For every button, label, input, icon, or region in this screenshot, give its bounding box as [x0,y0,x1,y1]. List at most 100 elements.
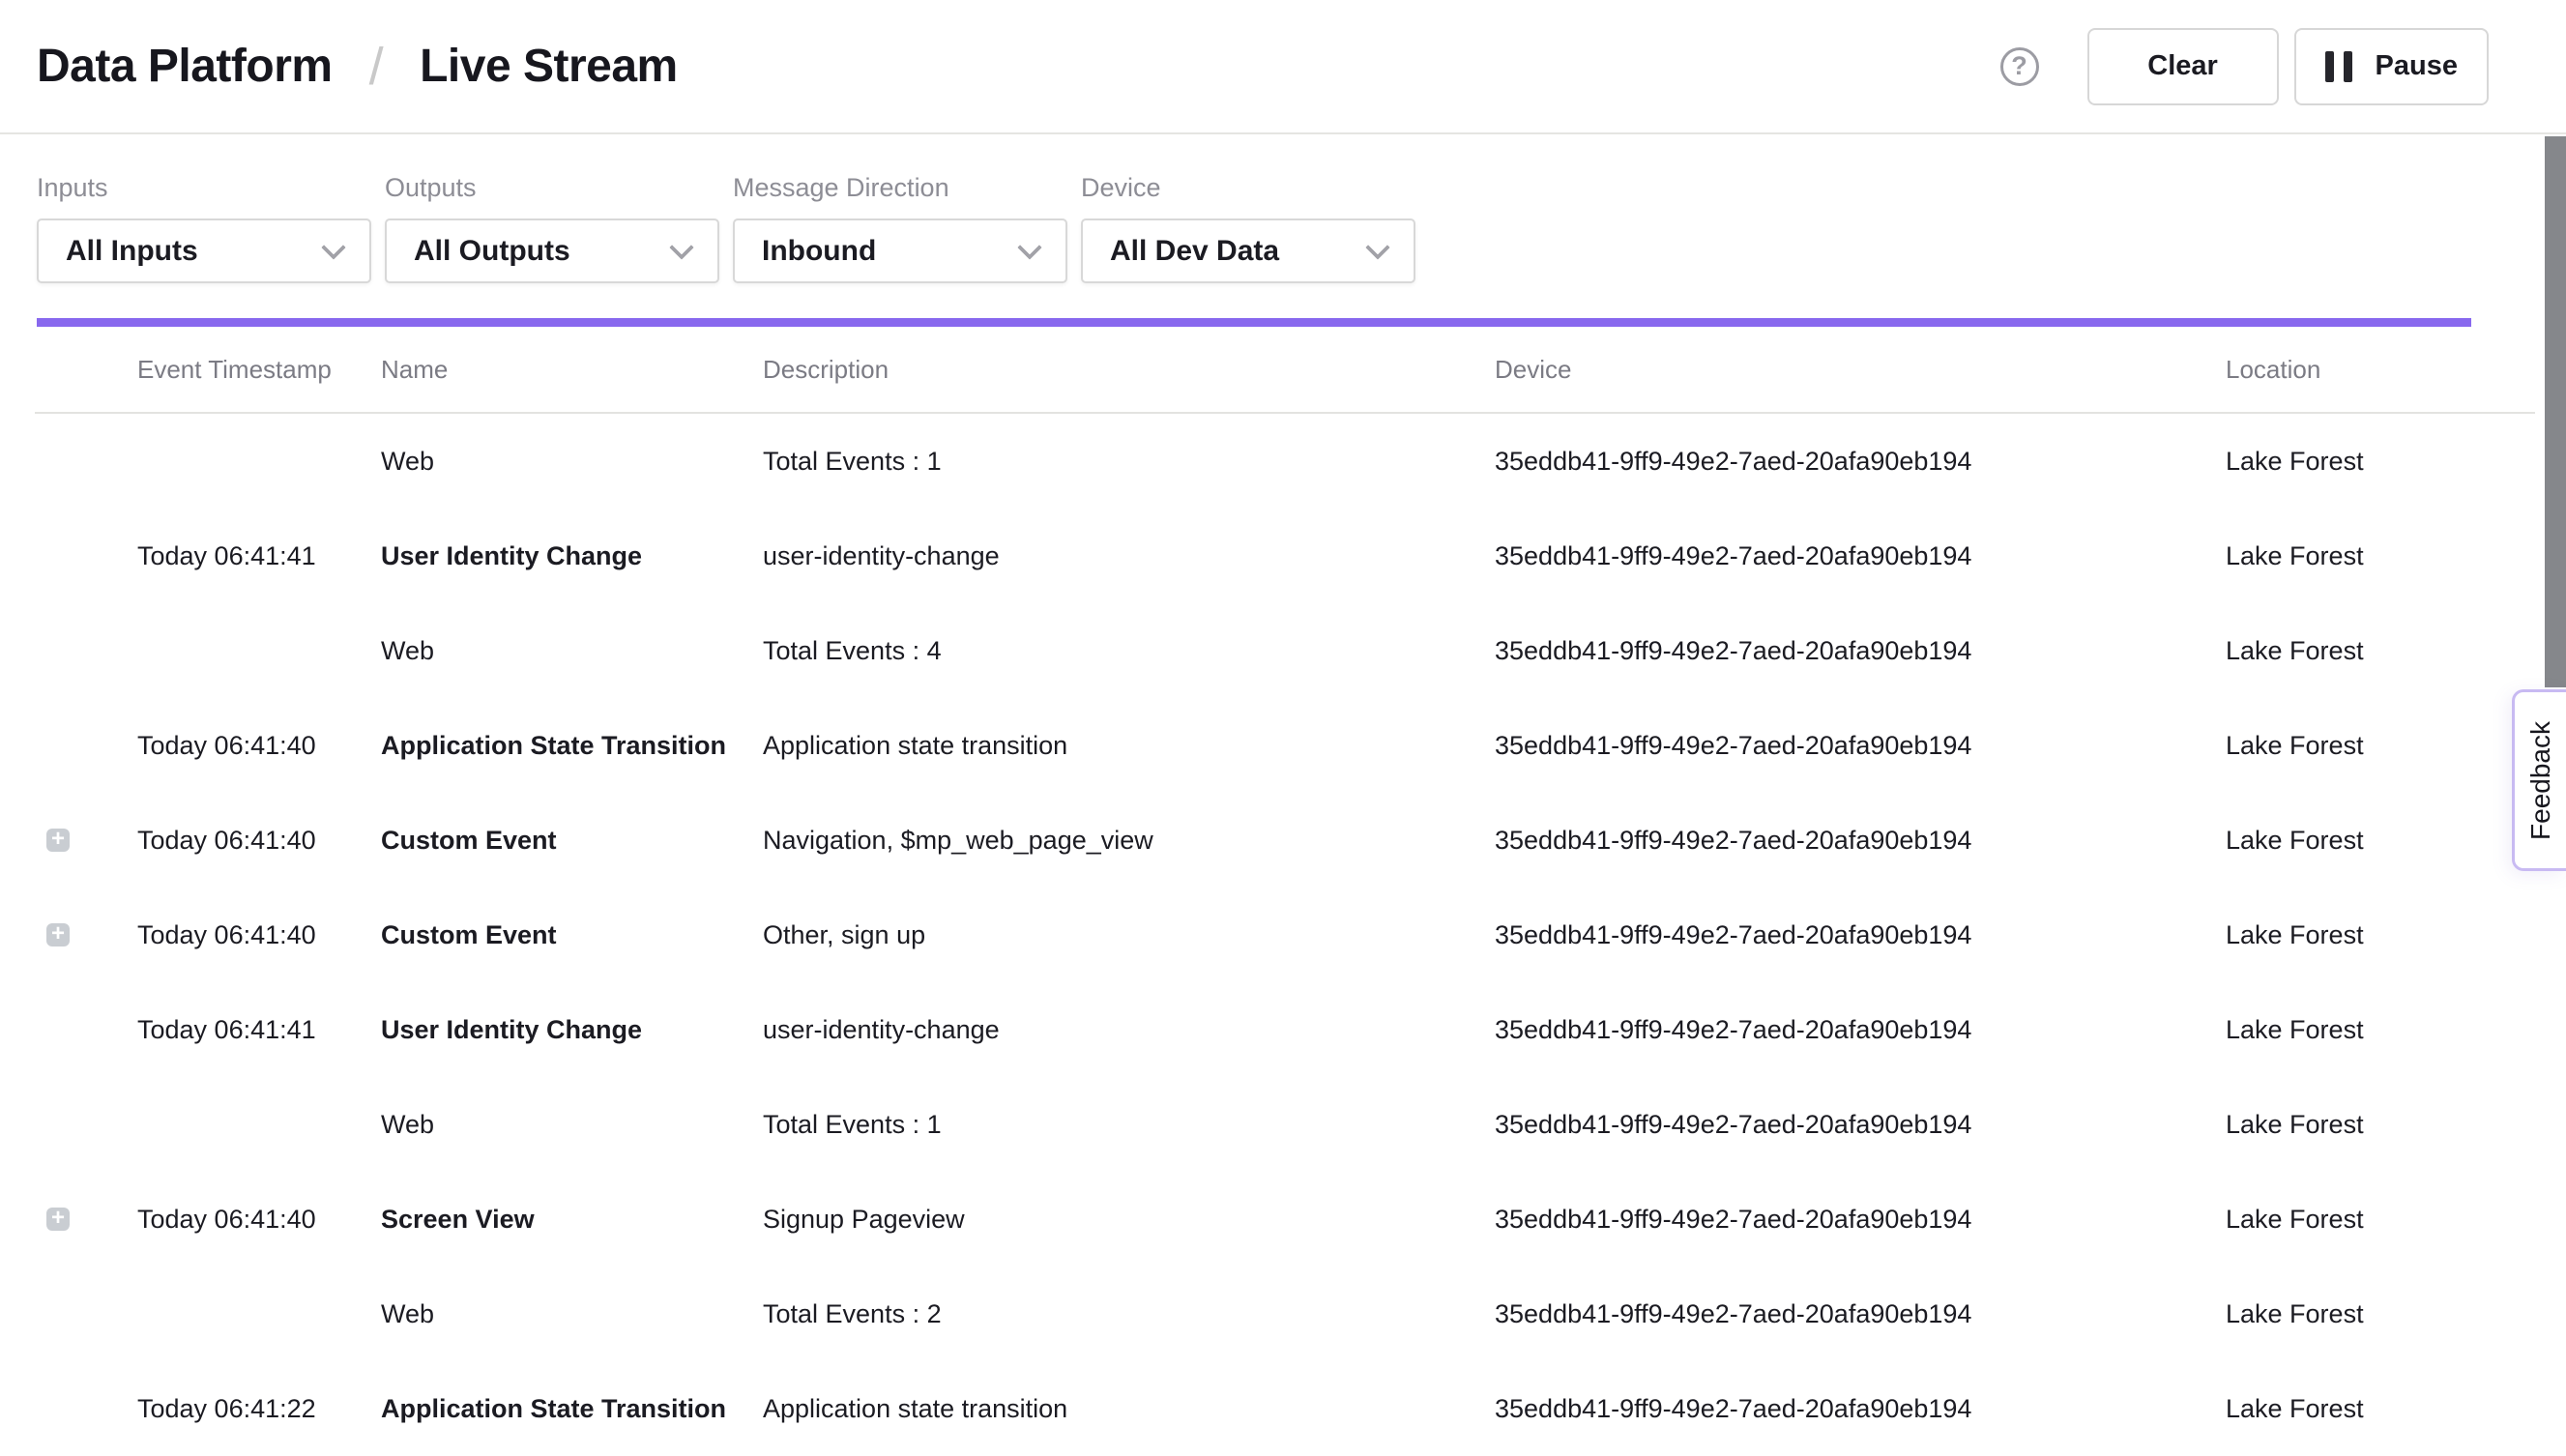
cell-device: 35eddb41-9ff9-49e2-7aed-20afa90eb194 [1495,826,2226,856]
breadcrumb-item-live-stream: Live Stream [420,40,678,93]
feedback-tab-label: Feedback [2525,721,2556,840]
cell-name: Web [381,1299,763,1329]
cell-location: Lake Forest [2226,826,2535,856]
cell-location: Lake Forest [2226,1394,2535,1424]
column-header-description: Description [763,355,1495,385]
cell-device: 35eddb41-9ff9-49e2-7aed-20afa90eb194 [1495,541,2226,571]
cell-location: Lake Forest [2226,1110,2535,1140]
cell-name: Application State Transition [381,731,763,761]
cell-name: Web [381,447,763,477]
cell-name: Web [381,1110,763,1140]
chevron-down-icon [1017,235,1041,259]
column-header-name: Name [381,355,763,385]
filter-label: Device [1081,173,1415,203]
cell-description: user-identity-change [763,1015,1495,1045]
column-header-event-timestamp: Event Timestamp [137,355,381,385]
cell-device: 35eddb41-9ff9-49e2-7aed-20afa90eb194 [1495,731,2226,761]
cell-device: 35eddb41-9ff9-49e2-7aed-20afa90eb194 [1495,1205,2226,1235]
cell-location: Lake Forest [2226,541,2535,571]
breadcrumb-item-data-platform[interactable]: Data Platform [37,40,333,93]
cell-location: Lake Forest [2226,447,2535,477]
cell-description: Total Events : 4 [763,636,1495,666]
cell-timestamp: Today 06:41:41 [137,541,381,571]
cell-location: Lake Forest [2226,1205,2535,1235]
table-row: Web Total Events : 4 35eddb41-9ff9-49e2-… [35,603,2535,698]
pause-button[interactable]: Pause [2294,28,2489,105]
cell-name: Screen View [381,1205,763,1235]
table-body: Web Total Events : 1 35eddb41-9ff9-49e2-… [35,414,2535,1456]
cell-device: 35eddb41-9ff9-49e2-7aed-20afa90eb194 [1495,920,2226,950]
table-row: Today 06:41:40 Custom Event Navigation, … [35,793,2535,888]
cell-name: Custom Event [381,826,763,856]
pause-icon [2325,51,2352,82]
cell-device: 35eddb41-9ff9-49e2-7aed-20afa90eb194 [1495,1394,2226,1424]
cell-description: Other, sign up [763,920,1495,950]
cell-timestamp: Today 06:41:40 [137,1205,381,1235]
table-header: Event Timestamp Name Description Device … [35,327,2535,414]
cell-description: Total Events : 1 [763,1110,1495,1140]
table-row: Today 06:41:41 User Identity Change user… [35,509,2535,603]
device-select[interactable]: All Dev Data [1081,218,1415,283]
events-table: Event Timestamp Name Description Device … [35,327,2535,1456]
filter-label: Outputs [385,173,719,203]
table-row: Today 06:41:40 Application State Transit… [35,698,2535,793]
help-glyph: ? [2011,51,2027,81]
table-row: Web Total Events : 1 35eddb41-9ff9-49e2-… [35,414,2535,509]
expand-row-icon[interactable] [46,1208,70,1231]
table-row: Web Total Events : 1 35eddb41-9ff9-49e2-… [35,1077,2535,1172]
breadcrumb: Data Platform / Live Stream [37,37,678,97]
filters-bar: Inputs All Inputs Outputs All Outputs Me… [0,134,2566,283]
table-row: Today 06:41:41 User Identity Change user… [35,982,2535,1077]
inputs-select-value: All Inputs [66,235,198,268]
expand-row-icon[interactable] [46,923,70,946]
chevron-down-icon [1365,235,1389,259]
cell-name: Application State Transition [381,1394,763,1424]
cell-description: Navigation, $mp_web_page_view [763,826,1495,856]
cell-description: Signup Pageview [763,1205,1495,1235]
message-direction-select[interactable]: Inbound [733,218,1067,283]
filter-inputs: Inputs All Inputs [37,173,371,283]
outputs-select[interactable]: All Outputs [385,218,719,283]
table-row: Today 06:41:22 Application State Transit… [35,1361,2535,1456]
filter-label: Message Direction [733,173,1067,203]
cell-name: User Identity Change [381,1015,763,1045]
cell-name: Custom Event [381,920,763,950]
filter-label: Inputs [37,173,371,203]
cell-name: User Identity Change [381,541,763,571]
cell-description: user-identity-change [763,541,1495,571]
filter-message-direction: Message Direction Inbound [733,173,1067,283]
cell-location: Lake Forest [2226,731,2535,761]
cell-name: Web [381,636,763,666]
filter-device: Device All Dev Data [1081,173,1415,283]
cell-description: Total Events : 2 [763,1299,1495,1329]
table-row: Web Total Events : 2 35eddb41-9ff9-49e2-… [35,1267,2535,1361]
breadcrumb-separator-icon: / [369,37,384,97]
chevron-down-icon [321,235,345,259]
pause-button-label: Pause [2376,50,2458,82]
topbar: Data Platform / Live Stream ? Clear Paus… [0,0,2566,134]
filter-outputs: Outputs All Outputs [385,173,719,283]
cell-location: Lake Forest [2226,920,2535,950]
cell-timestamp: Today 06:41:40 [137,731,381,761]
stream-progress-bar [37,318,2471,327]
cell-description: Application state transition [763,1394,1495,1424]
cell-device: 35eddb41-9ff9-49e2-7aed-20afa90eb194 [1495,1299,2226,1329]
scrollbar-thumb[interactable] [2545,136,2566,687]
cell-timestamp: Today 06:41:40 [137,826,381,856]
clear-button[interactable]: Clear [2087,28,2279,105]
cell-location: Lake Forest [2226,1015,2535,1045]
message-direction-select-value: Inbound [762,235,876,268]
feedback-tab[interactable]: Feedback [2512,689,2566,871]
help-icon[interactable]: ? [2000,47,2039,86]
cell-timestamp: Today 06:41:40 [137,920,381,950]
expand-row-icon[interactable] [46,829,70,852]
cell-device: 35eddb41-9ff9-49e2-7aed-20afa90eb194 [1495,1110,2226,1140]
topbar-actions: ? Clear Pause [2000,28,2489,105]
cell-description: Application state transition [763,731,1495,761]
inputs-select[interactable]: All Inputs [37,218,371,283]
cell-device: 35eddb41-9ff9-49e2-7aed-20afa90eb194 [1495,636,2226,666]
column-header-device: Device [1495,355,2226,385]
table-row: Today 06:41:40 Custom Event Other, sign … [35,888,2535,982]
cell-description: Total Events : 1 [763,447,1495,477]
cell-location: Lake Forest [2226,636,2535,666]
